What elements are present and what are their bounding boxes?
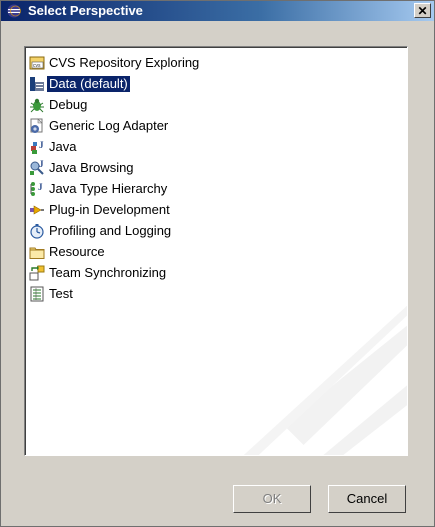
list-item-label: Profiling and Logging	[49, 223, 172, 238]
list-item-label: Plug-in Development	[49, 202, 170, 217]
list-item-label: Team Synchronizing	[49, 265, 167, 280]
dialog-title: Select Perspective	[28, 3, 143, 18]
list-item[interactable]: J Java Type Hierarchy	[29, 179, 169, 199]
list-item[interactable]: Plug-in Development	[29, 200, 172, 220]
list-item-label: Java	[49, 139, 77, 154]
eclipse-icon	[7, 4, 21, 18]
list-item-label: Debug	[49, 97, 88, 112]
list-item[interactable]: Generic Log Adapter	[29, 116, 170, 136]
team-sync-icon	[29, 265, 45, 281]
log-adapter-icon	[29, 118, 45, 134]
type-hierarchy-icon: J	[29, 181, 45, 197]
list-item[interactable]: J Java Browsing	[29, 158, 136, 178]
list-item[interactable]: Profiling and Logging	[29, 221, 173, 241]
list-item-label: Generic Log Adapter	[49, 118, 169, 133]
cvs-repository-icon: cvs	[29, 55, 45, 71]
select-perspective-dialog: Select Perspective ✕ cvs CVS Repository …	[0, 0, 435, 527]
list-item[interactable]: J Java	[29, 137, 78, 157]
ok-button[interactable]: OK	[233, 485, 311, 513]
close-button[interactable]: ✕	[414, 3, 431, 18]
perspective-list[interactable]: cvs CVS Repository Exploring Data (defau…	[24, 46, 408, 456]
title-bar[interactable]: Select Perspective ✕	[1, 1, 434, 21]
list-item[interactable]: Data (default)	[29, 74, 130, 94]
list-item-label: Java Type Hierarchy	[49, 181, 168, 196]
list-item[interactable]: Team Synchronizing	[29, 263, 168, 283]
data-perspective-icon	[29, 76, 45, 92]
list-item[interactable]: cvs CVS Repository Exploring	[29, 53, 201, 73]
list-item-label: Resource	[49, 244, 105, 259]
plugin-icon	[29, 202, 45, 218]
svg-text:J: J	[38, 182, 43, 192]
profiling-icon	[29, 223, 45, 239]
svg-text:J: J	[39, 160, 44, 169]
debug-bug-icon	[29, 97, 45, 113]
resource-folder-icon	[29, 244, 45, 260]
list-item[interactable]: Test	[29, 284, 75, 304]
java-icon: J	[29, 139, 45, 155]
svg-text:J: J	[39, 140, 44, 150]
list-item[interactable]: Resource	[29, 242, 107, 262]
java-browsing-icon: J	[29, 160, 45, 176]
list-item-label: Data (default)	[47, 76, 130, 92]
close-icon: ✕	[417, 4, 428, 18]
list-item-label: CVS Repository Exploring	[49, 55, 200, 70]
list-item-label: Java Browsing	[49, 160, 134, 175]
test-icon	[29, 286, 45, 302]
svg-text:cvs: cvs	[33, 63, 41, 69]
list-item-label: Test	[49, 286, 73, 301]
cancel-button[interactable]: Cancel	[328, 485, 406, 513]
list-item[interactable]: Debug	[29, 95, 89, 115]
